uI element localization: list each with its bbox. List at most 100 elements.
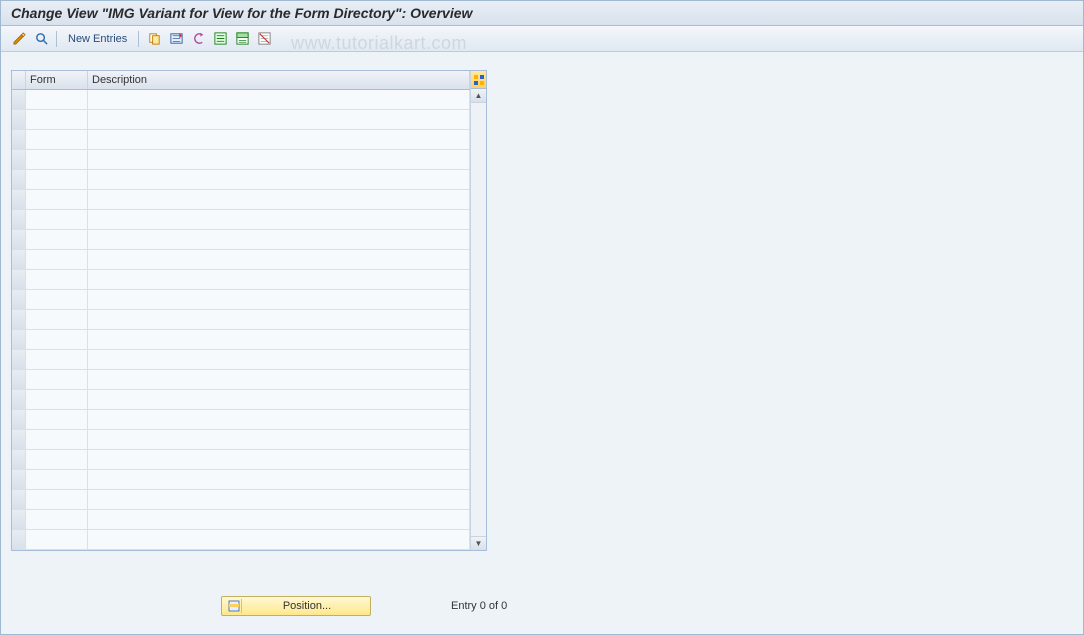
- table-row[interactable]: [12, 110, 470, 130]
- cell-description[interactable]: [88, 490, 470, 509]
- cell-description[interactable]: [88, 90, 470, 109]
- cell-form[interactable]: [26, 150, 88, 169]
- row-selector[interactable]: [12, 210, 26, 229]
- copy-as-icon[interactable]: [144, 30, 164, 48]
- cell-form[interactable]: [26, 390, 88, 409]
- cell-form[interactable]: [26, 270, 88, 289]
- row-selector[interactable]: [12, 530, 26, 549]
- delete-icon[interactable]: [166, 30, 186, 48]
- cell-form[interactable]: [26, 430, 88, 449]
- cell-form[interactable]: [26, 90, 88, 109]
- row-selector[interactable]: [12, 370, 26, 389]
- cell-description[interactable]: [88, 510, 470, 529]
- cell-description[interactable]: [88, 390, 470, 409]
- undo-change-icon[interactable]: [188, 30, 208, 48]
- row-selector[interactable]: [12, 310, 26, 329]
- row-selector[interactable]: [12, 270, 26, 289]
- table-row[interactable]: [12, 410, 470, 430]
- scroll-track[interactable]: [471, 103, 486, 536]
- cell-form[interactable]: [26, 510, 88, 529]
- table-row[interactable]: [12, 150, 470, 170]
- cell-form[interactable]: [26, 290, 88, 309]
- cell-description[interactable]: [88, 410, 470, 429]
- table-row[interactable]: [12, 350, 470, 370]
- cell-description[interactable]: [88, 350, 470, 369]
- select-all-icon[interactable]: [210, 30, 230, 48]
- row-selector[interactable]: [12, 130, 26, 149]
- column-header-selector[interactable]: [12, 71, 26, 89]
- table-row[interactable]: [12, 190, 470, 210]
- table-settings-icon[interactable]: [471, 71, 486, 89]
- cell-description[interactable]: [88, 250, 470, 269]
- table-row[interactable]: [12, 370, 470, 390]
- new-entries-button[interactable]: New Entries: [62, 33, 133, 45]
- cell-form[interactable]: [26, 310, 88, 329]
- vertical-scrollbar[interactable]: ▲ ▼: [470, 71, 486, 550]
- row-selector[interactable]: [12, 510, 26, 529]
- cell-form[interactable]: [26, 450, 88, 469]
- other-view-icon[interactable]: [31, 30, 51, 48]
- cell-form[interactable]: [26, 350, 88, 369]
- cell-form[interactable]: [26, 110, 88, 129]
- row-selector[interactable]: [12, 190, 26, 209]
- cell-form[interactable]: [26, 210, 88, 229]
- cell-description[interactable]: [88, 330, 470, 349]
- table-row[interactable]: [12, 390, 470, 410]
- row-selector[interactable]: [12, 410, 26, 429]
- table-row[interactable]: [12, 530, 470, 550]
- row-selector[interactable]: [12, 150, 26, 169]
- cell-form[interactable]: [26, 490, 88, 509]
- row-selector[interactable]: [12, 390, 26, 409]
- table-row[interactable]: [12, 250, 470, 270]
- row-selector[interactable]: [12, 250, 26, 269]
- row-selector[interactable]: [12, 330, 26, 349]
- select-block-icon[interactable]: [232, 30, 252, 48]
- cell-form[interactable]: [26, 130, 88, 149]
- cell-form[interactable]: [26, 190, 88, 209]
- cell-description[interactable]: [88, 150, 470, 169]
- cell-form[interactable]: [26, 230, 88, 249]
- table-row[interactable]: [12, 510, 470, 530]
- cell-form[interactable]: [26, 470, 88, 489]
- row-selector[interactable]: [12, 430, 26, 449]
- table-row[interactable]: [12, 450, 470, 470]
- table-row[interactable]: [12, 170, 470, 190]
- table-row[interactable]: [12, 430, 470, 450]
- cell-description[interactable]: [88, 430, 470, 449]
- cell-description[interactable]: [88, 450, 470, 469]
- row-selector[interactable]: [12, 450, 26, 469]
- column-header-form[interactable]: Form: [26, 71, 88, 89]
- deselect-all-icon[interactable]: [254, 30, 274, 48]
- cell-description[interactable]: [88, 230, 470, 249]
- position-button[interactable]: Position...: [221, 596, 371, 616]
- row-selector[interactable]: [12, 350, 26, 369]
- row-selector[interactable]: [12, 290, 26, 309]
- cell-form[interactable]: [26, 250, 88, 269]
- table-row[interactable]: [12, 130, 470, 150]
- table-row[interactable]: [12, 290, 470, 310]
- toggle-change-icon[interactable]: [9, 30, 29, 48]
- cell-form[interactable]: [26, 530, 88, 549]
- cell-form[interactable]: [26, 410, 88, 429]
- cell-description[interactable]: [88, 210, 470, 229]
- column-header-description[interactable]: Description: [88, 71, 470, 89]
- row-selector[interactable]: [12, 490, 26, 509]
- table-row[interactable]: [12, 310, 470, 330]
- cell-description[interactable]: [88, 270, 470, 289]
- table-row[interactable]: [12, 230, 470, 250]
- table-row[interactable]: [12, 210, 470, 230]
- row-selector[interactable]: [12, 170, 26, 189]
- cell-description[interactable]: [88, 290, 470, 309]
- scroll-down-icon[interactable]: ▼: [471, 536, 486, 550]
- table-row[interactable]: [12, 90, 470, 110]
- cell-description[interactable]: [88, 310, 470, 329]
- cell-description[interactable]: [88, 110, 470, 129]
- cell-description[interactable]: [88, 370, 470, 389]
- cell-description[interactable]: [88, 190, 470, 209]
- row-selector[interactable]: [12, 470, 26, 489]
- cell-description[interactable]: [88, 470, 470, 489]
- cell-form[interactable]: [26, 170, 88, 189]
- cell-form[interactable]: [26, 330, 88, 349]
- table-row[interactable]: [12, 490, 470, 510]
- table-row[interactable]: [12, 470, 470, 490]
